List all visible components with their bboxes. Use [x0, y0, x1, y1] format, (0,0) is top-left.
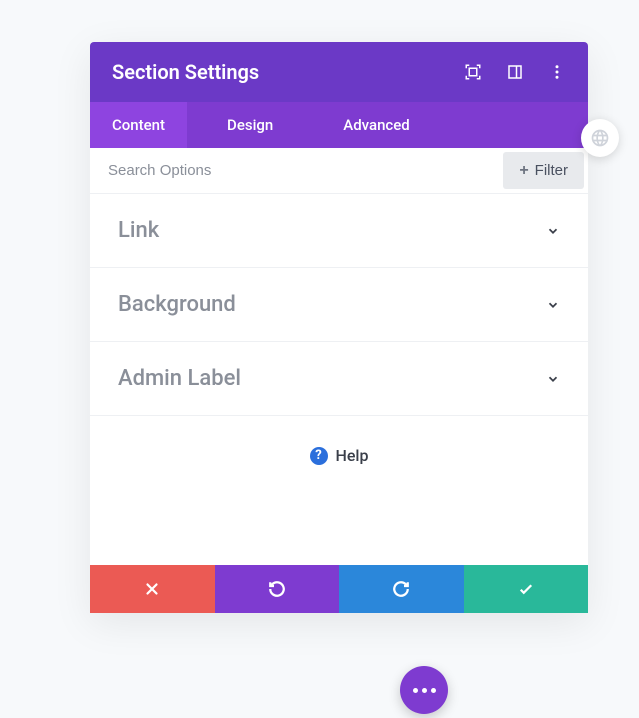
tab-content[interactable]: Content: [90, 102, 187, 148]
cancel-button[interactable]: [90, 565, 215, 613]
panel-title: Section Settings: [112, 60, 464, 84]
search-row: + Filter: [90, 148, 588, 194]
globe-icon: [590, 128, 610, 148]
accordion-label: Background: [118, 292, 236, 317]
chevron-down-icon: [546, 372, 560, 386]
chevron-down-icon: [546, 224, 560, 238]
settings-panel: Section Settings Content: [90, 42, 588, 613]
help-row: ? Help: [90, 416, 588, 565]
snap-icon[interactable]: [506, 63, 524, 81]
plus-icon: +: [519, 162, 528, 180]
accordion-label: Link: [118, 218, 159, 243]
tab-advanced[interactable]: Advanced: [313, 102, 439, 148]
accordion-link[interactable]: Link: [90, 194, 588, 268]
filter-label: Filter: [535, 162, 568, 179]
dots-icon: [413, 688, 436, 693]
help-icon: ?: [310, 447, 328, 465]
help-button[interactable]: ? Help: [310, 446, 369, 465]
check-icon: [517, 580, 535, 598]
more-icon[interactable]: [548, 63, 566, 81]
accordion-background[interactable]: Background: [90, 268, 588, 342]
accordion-label: Admin Label: [118, 366, 241, 391]
header-actions: [464, 63, 566, 81]
footer-actions: [90, 565, 588, 613]
tab-design[interactable]: Design: [187, 102, 313, 148]
tab-bar: Content Design Advanced: [90, 102, 588, 148]
chevron-down-icon: [546, 298, 560, 312]
redo-button[interactable]: [339, 565, 464, 613]
expand-icon[interactable]: [464, 63, 482, 81]
save-button[interactable]: [464, 565, 589, 613]
redo-icon: [392, 580, 410, 598]
globe-button[interactable]: [581, 119, 619, 157]
undo-icon: [268, 580, 286, 598]
filter-button[interactable]: + Filter: [503, 152, 584, 189]
undo-button[interactable]: [215, 565, 340, 613]
help-label: Help: [336, 446, 369, 465]
search-input[interactable]: [90, 148, 499, 193]
fab-button[interactable]: [400, 666, 448, 714]
close-icon: [143, 580, 161, 598]
accordion-admin-label[interactable]: Admin Label: [90, 342, 588, 416]
panel-header: Section Settings: [90, 42, 588, 102]
